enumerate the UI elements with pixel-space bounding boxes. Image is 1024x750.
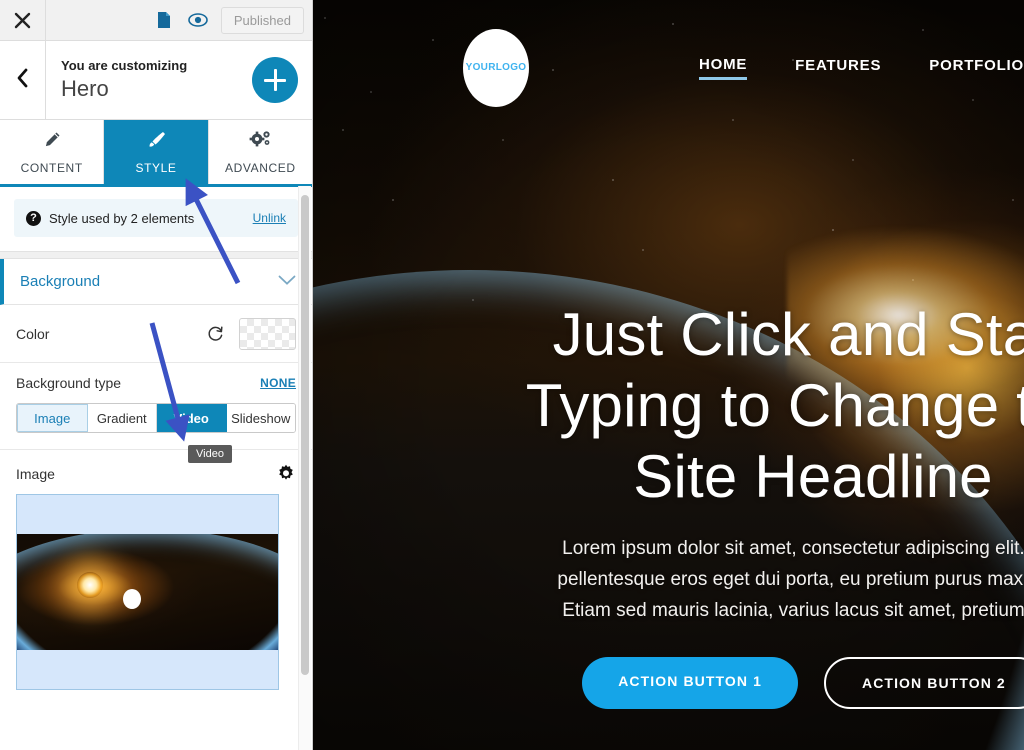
hero-paragraph-line-1: Lorem ipsum dolor sit amet, consectetur … [562,538,1024,560]
background-type-option-video[interactable]: Video [157,404,227,432]
style-notice-wrap: ? Style used by 2 elements Unlink [0,187,312,251]
chevron-left-icon [16,68,29,93]
hero-headline-line-1: Just Click and Start [552,301,1024,368]
panel-scroll-area: ? Style used by 2 elements Unlink Backgr… [0,187,312,750]
published-button[interactable]: Published [220,6,304,34]
gears-icon [249,130,272,155]
background-type-segmented-control: Image Gradient Video Slideshow [16,403,296,433]
tab-advanced[interactable]: ADVANCED [209,120,312,184]
reset-icon[interactable] [206,324,225,343]
background-type-block: Background type NONE Image Gradient Vide… [0,363,312,450]
back-button[interactable] [0,41,46,119]
nav-link-home[interactable]: HOME [698,56,748,80]
tab-advanced-label: ADVANCED [225,160,296,175]
hero-paragraph-line-2: pellentesque eros eget dui porta, eu pre… [557,569,1024,591]
image-block: Image Video [0,445,312,706]
customizer-screen: Published You are customizing Hero CONTE… [0,0,1024,750]
tab-content-label: CONTENT [20,160,83,175]
paintbrush-icon [145,130,167,155]
hero-actions: ACTION BUTTON 1 ACTION BUTTON 2 [313,656,1024,709]
eye-icon[interactable] [187,9,209,31]
image-thumbnail-preview [17,534,278,650]
customizer-panel: Published You are customizing Hero CONTE… [0,0,313,750]
site-logo-text: YOURLOGO [465,62,527,73]
section-divider [0,251,312,259]
hero-headline[interactable]: Just Click and Start Typing to Change th… [313,300,1024,512]
close-customizer-button[interactable] [0,0,46,40]
document-icon[interactable] [153,9,175,31]
close-icon [14,12,31,29]
image-thumbnail[interactable] [16,494,279,690]
site-logo[interactable]: YOURLOGO [463,28,529,107]
hero-content: Just Click and Start Typing to Change th… [313,300,1024,709]
hero-headline-line-3: Site Headline [633,442,993,510]
site-preview: YOURLOGO HOME FEATURES PORTFOLIO Just Cl… [313,0,1024,750]
hero-paragraph-line-3: Etiam sed mauris lacinia, varius lacus s… [562,599,1024,621]
panel-tabs: CONTENT STYLE ADVANCED [0,120,312,187]
panel-header: You are customizing Hero [0,41,312,120]
accordion-background-label: Background [20,273,101,290]
question-mark-icon: ? [26,210,41,226]
color-row-label: Color [16,325,50,342]
pencil-icon [42,130,62,155]
panel-topbar: Published [0,0,312,41]
add-element-button[interactable] [252,57,298,103]
nav-link-features[interactable]: FEATURES [795,57,881,78]
site-header: YOURLOGO HOME FEATURES PORTFOLIO [313,0,1024,135]
accordion-background[interactable]: Background [0,259,312,305]
action-button-1[interactable]: ACTION BUTTON 1 [582,656,798,709]
panel-scrollbar-thumb[interactable] [301,195,309,675]
tab-style[interactable]: STYLE [104,120,209,184]
tab-style-label: STYLE [135,160,177,175]
video-tooltip: Video [188,445,232,463]
topbar-actions: Published [46,6,312,34]
hero-paragraph[interactable]: Lorem ipsum dolor sit amet, consectetur … [313,534,1024,626]
background-type-label: Background type [16,375,122,391]
gear-icon[interactable] [276,464,296,484]
site-nav: HOME FEATURES PORTFOLIO [698,56,1024,80]
nav-link-portfolio[interactable]: PORTFOLIO [929,57,1024,78]
unlink-link[interactable]: Unlink [253,211,286,225]
background-type-option-image[interactable]: Image [17,404,88,432]
action-button-2[interactable]: ACTION BUTTON 2 [824,656,1024,709]
background-type-option-gradient[interactable]: Gradient [87,404,157,432]
image-label: Image [16,466,55,482]
background-type-none-link[interactable]: NONE [260,376,296,390]
chevron-down-icon [278,273,296,291]
style-used-notice: ? Style used by 2 elements Unlink [14,199,298,237]
color-row: Color [0,305,312,363]
hero-headline-line-2: Typing to Change the [525,371,1024,439]
style-notice-text: Style used by 2 elements [49,210,195,226]
color-swatch[interactable] [239,317,296,350]
background-type-option-slideshow[interactable]: Slideshow [226,404,295,432]
video-play-marker [122,588,141,609]
panel-scrollbar-track[interactable] [298,186,311,750]
tab-content[interactable]: CONTENT [0,120,105,184]
